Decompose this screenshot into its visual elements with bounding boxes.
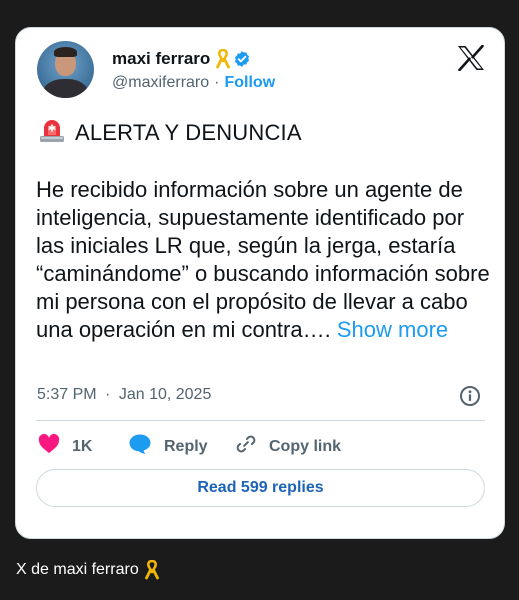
action-bar: 1K Reply Copy link [38,433,341,460]
author-name-row: maxi ferraro [112,49,251,69]
avatar-body-shape [43,79,88,98]
caption-text: X de maxi ferraro [16,561,139,578]
reply-bubble-icon [128,433,152,460]
divider [36,420,485,421]
timestamp-separator: · [105,386,111,403]
tweet-timestamp[interactable]: 5:37 PM · Jan 10, 2025 [37,386,211,404]
reply-label: Reply [164,437,208,455]
image-caption: X de maxi ferraro [16,560,159,580]
reply-button[interactable]: Reply [128,433,235,460]
x-logo-icon[interactable] [457,44,485,76]
info-icon[interactable] [459,385,481,412]
tweet-date: Jan 10, 2025 [118,386,212,403]
author-avatar[interactable] [37,41,94,98]
like-count: 1K [72,437,93,455]
show-more-link[interactable]: Show more [337,317,448,342]
yellow-ribbon-icon [216,49,231,69]
copy-link-button[interactable]: Copy link [235,433,341,460]
yellow-ribbon-icon [144,560,159,580]
heart-icon [38,433,60,459]
author-handle-row: @maxiferraro · Follow [112,74,275,92]
tweet-embed-card: maxi ferraro @maxiferraro · Follow ALERT… [15,27,505,539]
verified-badge-icon [233,50,251,68]
tweet-body: He recibido información sobre un agente … [36,176,491,344]
link-icon [235,433,257,460]
author-handle[interactable]: @maxiferraro [112,74,209,92]
follow-link[interactable]: Follow [224,74,275,92]
alert-heading-text: ALERTA Y DENUNCIA [75,119,302,145]
tweet-time: 5:37 PM [37,386,97,403]
handle-separator: · [214,74,220,91]
like-button[interactable]: 1K [38,433,128,459]
avatar-hair-shape [54,47,77,57]
rotating-light-icon [37,116,67,149]
author-name[interactable]: maxi ferraro [112,49,210,69]
read-replies-button[interactable]: Read 599 replies [36,469,485,507]
copy-link-label: Copy link [269,437,342,455]
alert-heading-row: ALERTA Y DENUNCIA [37,116,302,149]
